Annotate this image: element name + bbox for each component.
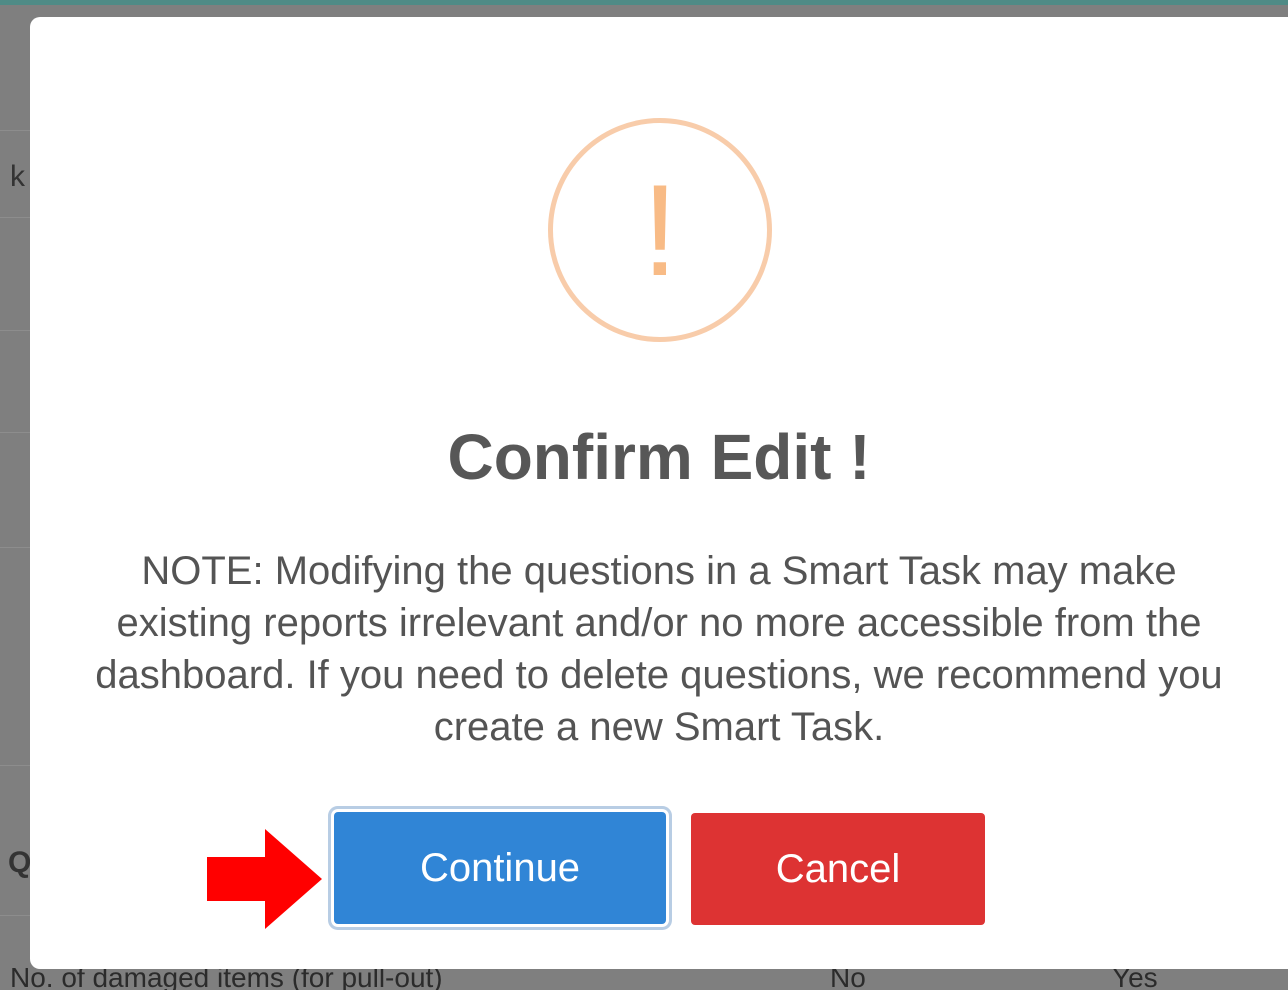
background-heading-fragment: Q: [8, 846, 32, 879]
top-header-strip: [0, 0, 1288, 5]
dialog-title: Confirm Edit !: [447, 421, 871, 493]
red-arrow-icon: [207, 829, 322, 929]
dialog-message: NOTE: Modifying the questions in a Smart…: [95, 549, 1223, 749]
warning-icon: !: [548, 118, 772, 342]
cancel-button[interactable]: Cancel: [691, 813, 985, 925]
continue-button[interactable]: Continue: [334, 812, 666, 924]
confirm-edit-dialog: ! Confirm Edit ! NOTE: Modifying the que…: [30, 17, 1288, 969]
background-text-fragment: k: [10, 160, 25, 193]
warning-exclamation-icon: !: [641, 157, 679, 303]
